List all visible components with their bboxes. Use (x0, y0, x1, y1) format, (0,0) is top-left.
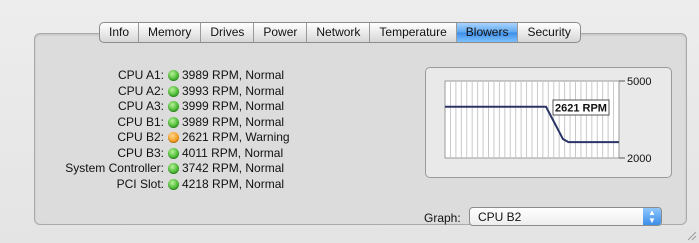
blower-value: 4218 RPM, Normal (182, 176, 285, 191)
blower-graph: 5000 2000 2621 RPM (425, 67, 672, 178)
graph-selector-label: Graph: (424, 211, 461, 225)
blower-row: CPU B3: 4011 RPM, Normal (58, 146, 290, 162)
blower-value: 4011 RPM, Normal (182, 145, 284, 160)
blower-label: CPU A2: (117, 83, 164, 98)
tab-bar: Info Memory Drives Power Network Temperature B… (99, 22, 581, 43)
blower-value: 3989 RPM, Normal (182, 68, 285, 82)
status-ok-icon (168, 101, 179, 113)
blower-row: PCI Slot: 4218 RPM, Normal (58, 177, 290, 193)
blower-label: CPU B1: (117, 114, 164, 129)
blower-value: 3989 RPM, Normal (182, 114, 285, 129)
blower-label: CPU A3: (117, 99, 164, 113)
tab-blowers[interactable]: Blowers (455, 23, 518, 42)
blower-row: CPU A2: 3993 RPM, Normal (58, 84, 290, 100)
tab-drives[interactable]: Drives (200, 23, 253, 42)
resize-grip-icon[interactable] (685, 229, 697, 241)
blower-label: PCI Slot: (116, 176, 164, 191)
blower-value: 3742 RPM, Normal (182, 161, 285, 175)
graph-selector-value: CPU B2 (478, 209, 522, 224)
blower-row: System Controller: 3742 RPM, Normal (58, 161, 290, 177)
tab-power[interactable]: Power (253, 23, 306, 42)
current-rpm-label: 2621 RPM (555, 103, 607, 115)
select-arrows-icon: ▲ ▼ (643, 208, 661, 225)
blower-label: System Controller: (65, 161, 164, 175)
blower-graph-svg: 5000 2000 2621 RPM (444, 76, 651, 165)
blower-value: 3993 RPM, Normal (182, 83, 285, 98)
status-ok-icon (168, 147, 179, 159)
blower-value: 3999 RPM, Normal (182, 99, 285, 113)
status-ok-icon (168, 163, 179, 175)
status-ok-icon (168, 85, 179, 97)
blower-row: CPU B1: 3989 RPM, Normal (58, 115, 290, 131)
blower-row: CPU B2: 2621 RPM, Warning (58, 130, 290, 146)
y-min-label: 2000 (627, 153, 651, 165)
blower-value: 2621 RPM, Warning (182, 130, 290, 144)
status-ok-icon (168, 178, 179, 190)
tab-network[interactable]: Network (306, 23, 369, 42)
tab-temperature[interactable]: Temperature (369, 23, 455, 42)
status-warning-icon (168, 132, 179, 144)
tab-info[interactable]: Info (100, 23, 138, 42)
blower-row: CPU A1: 3989 RPM, Normal (58, 68, 290, 84)
status-ok-icon (168, 116, 179, 128)
graph-selector[interactable]: CPU B2 ▲ ▼ (469, 207, 662, 226)
blower-row: CPU A3: 3999 RPM, Normal (58, 99, 290, 115)
blower-readings-list: CPU A1: 3989 RPM, Normal CPU A2: 3993 RPM, … (58, 68, 290, 193)
blower-label: CPU B3: (117, 145, 164, 160)
blower-label: CPU B2: (117, 130, 164, 144)
tab-security[interactable]: Security (517, 23, 579, 42)
blower-label: CPU A1: (117, 68, 164, 82)
y-max-label: 5000 (627, 76, 651, 88)
status-ok-icon (168, 70, 179, 82)
tab-memory[interactable]: Memory (138, 23, 200, 42)
